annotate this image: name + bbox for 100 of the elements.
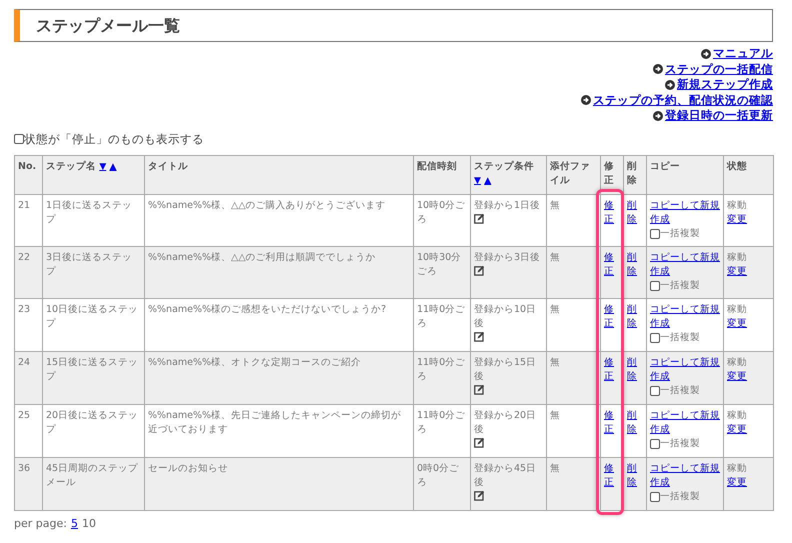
condition-text: 登録から45日後 [474,462,538,490]
checkbox-label: 一括複製 [660,330,700,345]
table-cell: 11時0分ごろ [414,404,470,458]
status-change-link[interactable]: 変更 [727,318,747,329]
copy-link[interactable]: コピーして新規作成 [650,408,720,437]
status-text: 稼動 [727,198,748,213]
status-text: 稼動 [727,302,748,317]
status-change-link[interactable]: 変更 [727,476,747,488]
status-text: 稼動 [727,462,748,476]
checkbox-label: 一括複製 [660,278,700,293]
menu-link[interactable]: ステップの一括配信 [665,62,773,77]
column-header: 状態 [727,160,747,172]
condition-text: 登録から10日後 [474,302,538,331]
table-cell: 10時0分ごろ [414,194,470,246]
checkbox-label: 一括複製 [660,490,700,504]
table-cell: 10日後に送るステップ [42,298,144,352]
per-page-label: per page: [14,516,67,532]
copy-link[interactable]: コピーして新規作成 [650,302,720,331]
checkbox[interactable] [14,134,24,144]
table-cell: 45日周期のステップメール [42,457,144,510]
table-cell: 1日後に送るステップ [42,194,144,246]
status-change-link[interactable]: 変更 [727,266,747,277]
condition-text: 登録から20日後 [474,408,538,437]
current-page-size: 10 [82,516,96,532]
arrow-circle-icon [665,80,675,90]
status-text: 稼動 [727,408,748,423]
copy-link[interactable]: コピーして新規作成 [650,462,720,490]
table-cell: 無 [546,194,600,246]
table-cell: %%name%%様のご感想をいただけないでしょうか? [144,298,414,352]
status-text: 稼動 [727,250,748,265]
menu-link[interactable]: マニュアル [713,46,773,62]
table-cell: %%name%%様、△△のご利用は順調ででしょうか [144,246,414,298]
edit-icon[interactable] [474,264,485,276]
sort-ascending-link[interactable]: ▲ [110,162,116,172]
table-cell: %%name%%様、先日ご連絡したキャンペーンの締切が近づいております [144,404,414,458]
table-cell: 10時30分ごろ [414,246,470,298]
table-cell: 23 [14,298,42,352]
table-cell: 21 [14,194,42,246]
table-cell: %%name%%様、オトクな定期コースのご紹介 [144,351,414,404]
page-title: ステップメール一覧 [36,16,180,36]
menu-link[interactable]: 登録日時の一括更新 [665,108,773,124]
copy-link[interactable]: コピーして新規作成 [650,250,720,279]
edit-icon[interactable] [474,212,485,224]
checkbox[interactable] [650,386,660,396]
table-cell: 無 [546,457,600,510]
column-header: コピー [650,160,680,172]
table-cell: 0時0分ごろ [414,457,470,510]
table-cell: 15日後に送るステップ [42,351,144,404]
checkbox-label: 一括複製 [660,436,700,451]
page-size-link[interactable]: 5 [70,516,78,532]
menu-link[interactable]: ステップの予約、配信状況の確認 [593,92,773,108]
column-header: 修正 [604,160,614,186]
column-header: 配信時刻 [417,160,457,172]
checkbox[interactable] [650,228,660,239]
condition-text: 登録から1日後 [474,198,540,213]
condition-text: 登録から3日後 [474,250,540,265]
column-header: No. [18,160,36,172]
column-header: タイトル [148,160,188,172]
table-cell: 11時0分ごろ [414,298,470,352]
menu-link[interactable]: 新規ステップ作成 [677,77,773,92]
edit-icon[interactable] [474,384,485,395]
table-cell: 36 [14,457,42,510]
edit-icon[interactable] [474,490,485,501]
table-cell: %%name%%様、△△のご購入ありがとうございます [144,194,414,246]
table-cell: 無 [546,298,600,352]
checkbox[interactable] [650,492,660,502]
status-change-link[interactable]: 変更 [727,424,747,435]
column-header: ステップ名 [46,160,96,172]
arrow-circle-icon [653,64,663,74]
column-header: ステップ条件 [474,160,534,172]
checkbox[interactable] [650,332,660,343]
sort-descending-link[interactable]: ▼ [99,162,106,172]
table-cell: 無 [546,246,600,298]
checkbox[interactable] [650,438,660,449]
checkbox-label: 一括複製 [660,226,700,241]
checkbox-label: 状態が「停止」のものも表示する [24,130,204,148]
checkbox[interactable] [650,280,660,291]
table-cell: セールのお知らせ [144,457,414,510]
arrow-circle-icon [701,48,711,59]
table-cell: 20日後に送るステップ [42,404,144,458]
table-cell: 25 [14,404,42,458]
table-cell: 22 [14,246,42,298]
table-cell: 24 [14,351,42,404]
checkbox-label: 一括複製 [660,384,700,398]
column-header: 添付ファイル [550,160,590,186]
condition-text: 登録から15日後 [474,356,538,384]
arrow-circle-icon [581,95,591,106]
status-change-link[interactable]: 変更 [727,370,747,382]
copy-link[interactable]: コピーして新規作成 [650,356,720,384]
status-change-link[interactable]: 変更 [727,214,747,225]
copy-link[interactable]: コピーして新規作成 [650,198,720,227]
table-cell: 11時0分ごろ [414,351,470,404]
edit-icon[interactable] [474,436,485,448]
sort-descending-link[interactable]: ▼ [474,176,481,186]
table-cell: 3日後に送るステップ [42,246,144,298]
table-cell: 無 [546,351,600,404]
edit-icon[interactable] [474,330,485,342]
arrow-circle-icon [653,110,663,121]
table-cell: 無 [546,404,600,458]
sort-ascending-link[interactable]: ▲ [484,176,492,186]
